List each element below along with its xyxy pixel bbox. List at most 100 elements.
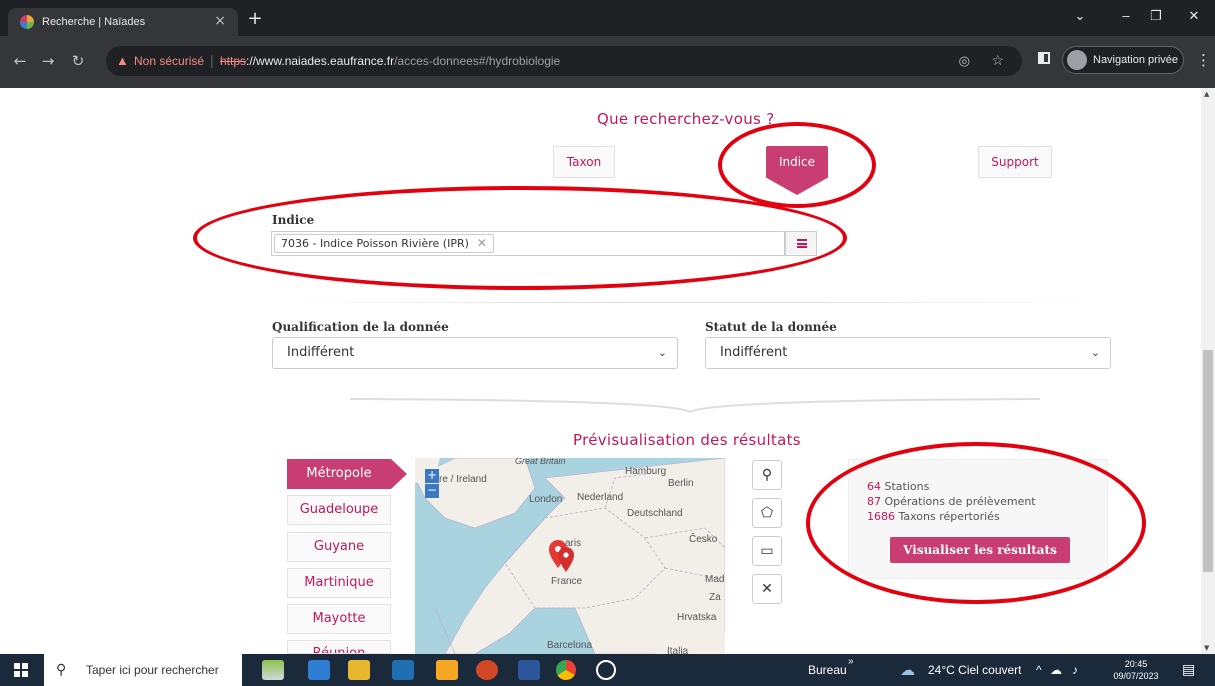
zoom-out-button[interactable]: − — [425, 484, 439, 498]
clock-time: 20:45 — [1124, 659, 1148, 669]
map-label-great-britain: Great Britain — [515, 458, 566, 466]
operations-count: 87 — [867, 495, 881, 508]
new-tab-button[interactable]: + — [244, 9, 266, 31]
map-label-deutschland: Deutschland — [627, 508, 683, 519]
map-label-berlin: Berlin — [668, 478, 694, 489]
desktop-label[interactable]: Bureau — [808, 663, 847, 677]
map-label-cesko: Česko — [689, 534, 718, 545]
active-region-pointer — [391, 459, 407, 489]
page-scrollbar[interactable]: ▲ ▼ — [1201, 88, 1215, 654]
region-mayotte[interactable]: Mayotte — [287, 604, 391, 634]
station-marker-icon[interactable] — [549, 540, 577, 574]
qualification-select[interactable]: Indifférent ⌄ — [272, 337, 678, 369]
incognito-badge[interactable]: Navigation privée — [1062, 46, 1184, 74]
region-guyane[interactable]: Guyane — [287, 532, 391, 562]
close-window-icon[interactable]: ✕ — [1184, 8, 1204, 24]
windows-taskbar: ⚲ Taper ici pour rechercher Bureau » ☁ 2… — [0, 654, 1215, 686]
statut-value: Indifférent — [720, 345, 788, 360]
taskbar-search-placeholder: Taper ici pour rechercher — [86, 663, 219, 677]
qualification-value: Indifférent — [287, 345, 355, 360]
region-metropole[interactable]: Métropole — [287, 459, 391, 489]
active-tab-pointer — [765, 177, 829, 195]
onedrive-icon[interactable]: ☁ — [1050, 663, 1062, 677]
region-reunion[interactable]: Réunion — [287, 640, 391, 654]
qualification-label: Qualification de la donnée — [272, 320, 449, 334]
weather-text[interactable]: 24°C Ciel couvert — [928, 663, 1022, 677]
notifications-icon[interactable]: ▤ — [1182, 661, 1195, 678]
statut-select[interactable]: Indifférent ⌄ — [705, 337, 1111, 369]
volume-icon[interactable]: ♪ — [1072, 663, 1078, 677]
scroll-thumb[interactable] — [1203, 350, 1213, 572]
media-player-icon[interactable] — [596, 660, 616, 680]
indice-input[interactable]: 7036 - Indice Poisson Rivière (IPR) ✕ — [271, 231, 785, 256]
restore-icon[interactable]: ❐ — [1146, 8, 1166, 24]
browser-tab-bar: Recherche | Naïades × + ⌄ – ❐ ✕ — [0, 0, 1215, 36]
search-highlight-icon[interactable] — [262, 660, 284, 680]
results-map[interactable]: Great Britain re / Ireland Hamburg Berli… — [415, 458, 725, 654]
minimize-icon[interactable]: – — [1116, 8, 1136, 23]
map-label-hrvatska: Hrvatska — [677, 612, 717, 623]
back-icon[interactable]: ← — [10, 52, 30, 70]
browser-tab[interactable]: Recherche | Naïades × — [8, 8, 238, 36]
tab-search-icon[interactable]: ⌄ — [1070, 8, 1090, 24]
bookmark-star-icon[interactable]: ☆ — [991, 52, 1004, 69]
side-panel-icon[interactable] — [1038, 52, 1050, 64]
visualise-results-button[interactable]: Visualiser les résultats — [890, 537, 1070, 563]
url-host: ://www.naiades.eaufrance.fr — [246, 54, 395, 68]
mail-icon[interactable] — [392, 660, 414, 680]
preview-title: Prévisualisation des résultats — [573, 431, 801, 449]
region-guadeloupe[interactable]: Guadeloupe — [287, 495, 391, 525]
weather-icon: ☁ — [900, 662, 915, 679]
indice-tag-label: 7036 - Indice Poisson Rivière (IPR) — [281, 237, 469, 250]
region-martinique[interactable]: Martinique — [287, 568, 391, 598]
map-label-london: London — [529, 494, 563, 505]
browser-menu-icon[interactable]: ⋮ — [1196, 51, 1211, 69]
tracking-protection-icon[interactable]: ◎ — [959, 53, 970, 69]
address-bar[interactable]: ▲ Non sécurisé | https://www.naiades.eau… — [106, 46, 1022, 76]
map-label-mad: Mad — [705, 574, 725, 585]
word-icon[interactable] — [518, 660, 540, 680]
remove-tag-icon[interactable]: ✕ — [477, 235, 487, 252]
url-scheme: https — [220, 54, 247, 68]
windows-start-icon[interactable] — [14, 663, 28, 677]
clock-date: 09/07/2023 — [1113, 671, 1159, 681]
tab-support[interactable]: Support — [978, 146, 1052, 178]
taskbar-clock[interactable]: 20:45 09/07/2023 — [1110, 658, 1162, 682]
file-explorer-icon[interactable] — [348, 660, 370, 680]
operations-label: Opérations de prélèvement — [884, 495, 1036, 508]
browser-toolbar: ← → ↻ ▲ Non sécurisé | https://www.naiad… — [0, 36, 1215, 88]
tray-chevron-icon[interactable]: ^ — [1036, 663, 1042, 677]
security-status[interactable]: Non sécurisé — [134, 54, 204, 68]
taskbar-search[interactable]: ⚲ Taper ici pour rechercher — [44, 654, 242, 686]
select-rectangle-tool-icon[interactable]: ▭ — [752, 536, 782, 566]
url-text[interactable]: https://www.naiades.eaufrance.fr/acces-d… — [220, 54, 560, 68]
indice-label: Indice — [272, 213, 315, 227]
tab-indice[interactable]: Indice — [766, 146, 828, 178]
map-label-france: France — [551, 576, 583, 587]
forward-icon[interactable]: → — [38, 52, 58, 70]
zoom-in-button[interactable]: + — [425, 469, 439, 483]
clear-selection-tool-icon[interactable]: ✕ — [752, 574, 782, 604]
tab-close-icon[interactable]: × — [214, 13, 226, 29]
tab-taxon[interactable]: Taxon — [553, 146, 615, 178]
select-polygon-tool-icon[interactable]: ⬠ — [752, 498, 782, 528]
toolbar-chevron-icon[interactable]: » — [848, 656, 854, 667]
indice-list-button[interactable] — [785, 231, 817, 256]
list-icon — [797, 239, 807, 248]
powerpoint-icon[interactable] — [476, 660, 498, 680]
task-view-icon[interactable] — [308, 660, 330, 680]
map-label-ireland: re / Ireland — [439, 474, 487, 485]
scroll-up-icon[interactable]: ▲ — [1204, 90, 1209, 98]
search-icon: ⚲ — [56, 661, 67, 677]
indice-tag: 7036 - Indice Poisson Rivière (IPR) ✕ — [274, 234, 494, 253]
select-point-tool-icon[interactable]: ⚲ — [752, 460, 782, 490]
map-label-hamburg: Hamburg — [625, 466, 667, 477]
scroll-down-icon[interactable]: ▼ — [1204, 644, 1209, 652]
stations-count-line: 64 Stations — [867, 480, 929, 493]
chrome-icon[interactable] — [556, 660, 576, 680]
statut-label: Statut de la donnée — [705, 320, 837, 334]
reload-icon[interactable]: ↻ — [68, 52, 88, 70]
sticky-notes-icon[interactable] — [436, 660, 458, 680]
taxons-count-line: 1686 Taxons répertoriés — [867, 510, 1000, 523]
map-label-za: Za — [709, 592, 721, 603]
